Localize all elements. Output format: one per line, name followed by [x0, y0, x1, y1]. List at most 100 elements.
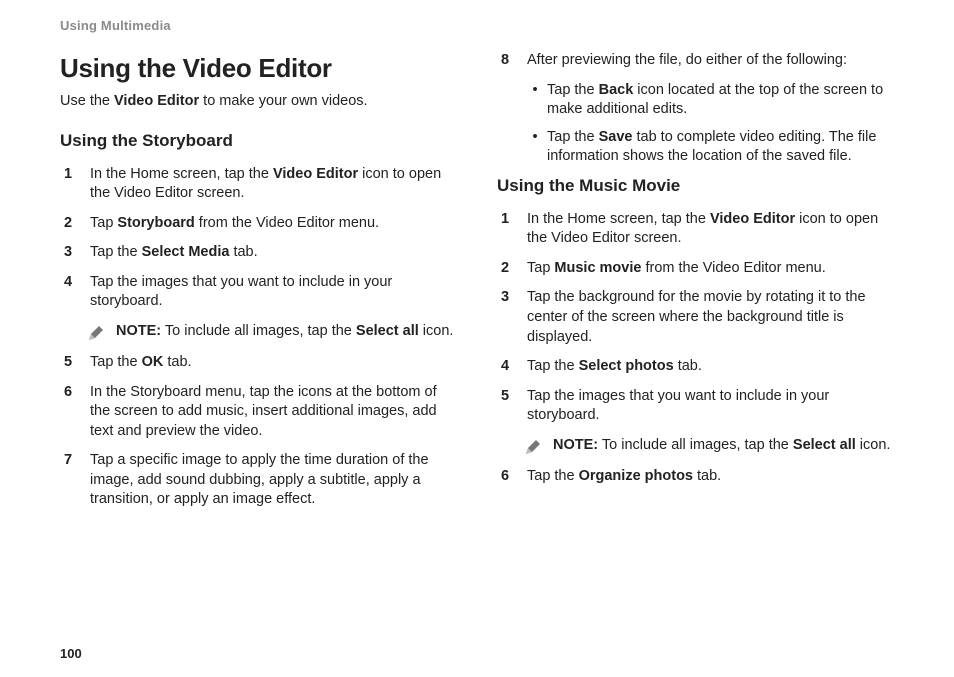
t: tab.	[693, 468, 721, 484]
step-number: 2	[497, 259, 527, 279]
note-text: NOTE: To include all images, tap the Sel…	[116, 322, 457, 342]
bullet-text: Tap the Back icon located at the top of …	[547, 81, 894, 120]
step-number: 1	[497, 210, 527, 249]
running-header: Using Multimedia	[60, 18, 894, 33]
bullet-dot: •	[523, 128, 547, 167]
t: Tap the	[527, 468, 579, 484]
t-bold: Music movie	[554, 260, 641, 276]
storyboard-steps-cont: 5 Tap the OK tab. 6 In the Storyboard me…	[60, 353, 457, 510]
t-bold: Storyboard	[117, 215, 194, 231]
note-block: NOTE: To include all images, tap the Sel…	[86, 322, 457, 343]
pencil-note-icon	[86, 323, 106, 343]
mstep-2: 2 Tap Music movie from the Video Editor …	[497, 259, 894, 279]
t-bold: Video Editor	[710, 211, 795, 227]
t: icon.	[856, 437, 891, 453]
storyboard-steps: 1 In the Home screen, tap the Video Edit…	[60, 165, 457, 312]
step-text: Tap the background for the movie by rota…	[527, 288, 894, 347]
intro-bold: Video Editor	[114, 93, 199, 109]
t: tab.	[163, 354, 191, 370]
step-7: 7 Tap a specific image to apply the time…	[60, 451, 457, 510]
intro-post: to make your own videos.	[199, 93, 367, 109]
step-text: In the Storyboard menu, tap the icons at…	[90, 383, 457, 442]
step-text: After previewing the file, do either of …	[527, 51, 894, 71]
mstep-5: 5 Tap the images that you want to includ…	[497, 387, 894, 426]
t: Tap the	[90, 354, 142, 370]
step-8: 8 After previewing the file, do either o…	[497, 51, 894, 71]
step-5: 5 Tap the OK tab.	[60, 353, 457, 373]
step-number: 3	[60, 243, 90, 263]
step-8-bullets: • Tap the Back icon located at the top o…	[523, 81, 894, 167]
note-label: NOTE:	[116, 323, 161, 339]
step-number: 4	[497, 357, 527, 377]
t-bold: Select all	[793, 437, 856, 453]
step-text: Tap Music movie from the Video Editor me…	[527, 259, 894, 279]
intro-text: Use the Video Editor to make your own vi…	[60, 92, 457, 112]
step-text: Tap the images that you want to include …	[527, 387, 894, 426]
bullet-1: • Tap the Back icon located at the top o…	[523, 81, 894, 120]
t: tab.	[674, 358, 702, 374]
t-bold: Video Editor	[273, 166, 358, 182]
step-number: 6	[497, 467, 527, 487]
step-text: Tap Storyboard from the Video Editor men…	[90, 214, 457, 234]
step-number: 8	[497, 51, 527, 71]
mstep-6: 6 Tap the Organize photos tab.	[497, 467, 894, 487]
step-number: 2	[60, 214, 90, 234]
step-6: 6 In the Storyboard menu, tap the icons …	[60, 383, 457, 442]
step-2: 2 Tap Storyboard from the Video Editor m…	[60, 214, 457, 234]
step-4: 4 Tap the images that you want to includ…	[60, 273, 457, 312]
t: To include all images, tap the	[161, 323, 356, 339]
page-title: Using the Video Editor	[60, 51, 457, 86]
t: In the Home screen, tap the	[90, 166, 273, 182]
intro-pre: Use the	[60, 93, 114, 109]
t-bold: OK	[142, 354, 164, 370]
t: In the Home screen, tap the	[527, 211, 710, 227]
t: from the Video Editor menu.	[641, 260, 825, 276]
note-block: NOTE: To include all images, tap the Sel…	[523, 436, 894, 457]
t-bold: Select photos	[579, 358, 674, 374]
step-text: In the Home screen, tap the Video Editor…	[527, 210, 894, 249]
step-1: 1 In the Home screen, tap the Video Edit…	[60, 165, 457, 204]
step-text: Tap the Select Media tab.	[90, 243, 457, 263]
music-movie-steps-cont: 6 Tap the Organize photos tab.	[497, 467, 894, 487]
mstep-1: 1 In the Home screen, tap the Video Edit…	[497, 210, 894, 249]
step-number: 7	[60, 451, 90, 510]
t-bold: Save	[599, 129, 633, 145]
mstep-4: 4 Tap the Select photos tab.	[497, 357, 894, 377]
step-3: 3 Tap the Select Media tab.	[60, 243, 457, 263]
right-column: 8 After previewing the file, do either o…	[497, 51, 894, 520]
step-number: 3	[497, 288, 527, 347]
t-bold: Back	[599, 82, 634, 98]
storyboard-heading: Using the Storyboard	[60, 130, 457, 153]
step-text: Tap the images that you want to include …	[90, 273, 457, 312]
step-number: 5	[60, 353, 90, 373]
bullet-dot: •	[523, 81, 547, 120]
page-number: 100	[60, 646, 82, 661]
step-number: 4	[60, 273, 90, 312]
step-text: Tap the OK tab.	[90, 353, 457, 373]
t: tab.	[229, 244, 257, 260]
t: Tap	[527, 260, 554, 276]
bullet-text: Tap the Save tab to complete video editi…	[547, 128, 894, 167]
note-label: NOTE:	[553, 437, 598, 453]
step-number: 1	[60, 165, 90, 204]
pencil-note-icon	[523, 437, 543, 457]
step-text: Tap a specific image to apply the time d…	[90, 451, 457, 510]
t-bold: Select all	[356, 323, 419, 339]
music-movie-steps: 1 In the Home screen, tap the Video Edit…	[497, 210, 894, 426]
t-bold: Select Media	[142, 244, 230, 260]
note-text: NOTE: To include all images, tap the Sel…	[553, 436, 894, 456]
t: Tap	[90, 215, 117, 231]
document-page: Using Multimedia Using the Video Editor …	[0, 0, 954, 677]
step-text: Tap the Select photos tab.	[527, 357, 894, 377]
step-number: 5	[497, 387, 527, 426]
bullet-2: • Tap the Save tab to complete video edi…	[523, 128, 894, 167]
t: To include all images, tap the	[598, 437, 793, 453]
t: icon.	[419, 323, 454, 339]
t-bold: Organize photos	[579, 468, 693, 484]
t: Tap the	[547, 82, 599, 98]
left-column: Using the Video Editor Use the Video Edi…	[60, 51, 457, 520]
mstep-3: 3 Tap the background for the movie by ro…	[497, 288, 894, 347]
t: Tap the	[90, 244, 142, 260]
step-text: Tap the Organize photos tab.	[527, 467, 894, 487]
music-movie-heading: Using the Music Movie	[497, 175, 894, 198]
